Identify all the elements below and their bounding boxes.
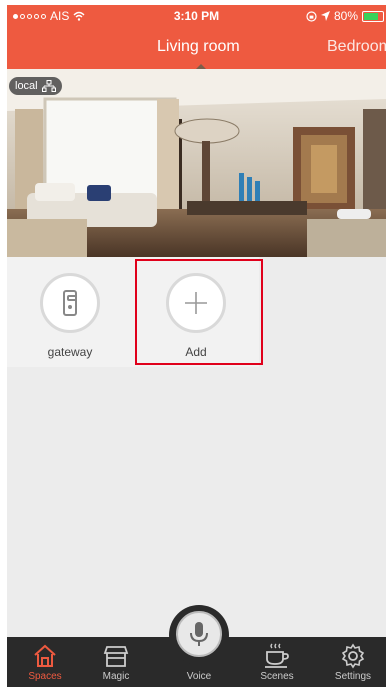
coffee-icon [265, 643, 289, 668]
tab-label: Spaces [28, 671, 62, 682]
tab-settings[interactable]: Settings [323, 637, 383, 687]
battery-fill [364, 12, 379, 20]
network-icon [41, 80, 56, 92]
camera-image [7, 69, 386, 257]
status-bar: AIS 3:10 PM 80% [7, 5, 386, 27]
device-grid: gateway Add [7, 257, 386, 637]
app-screen: AIS 3:10 PM 80% Living room Bedroom loca… [7, 5, 386, 687]
gear-icon [341, 643, 365, 669]
local-badge-label: local [15, 80, 38, 92]
rotation-lock-icon [306, 10, 317, 22]
tab-label: Settings [334, 671, 372, 682]
location-icon [320, 11, 330, 21]
door-lock-icon [63, 290, 77, 316]
battery-percent: 80% [333, 9, 358, 23]
room-tab-bedroom[interactable]: Bedroom [327, 38, 386, 56]
tab-spaces[interactable]: Spaces [15, 637, 75, 687]
tab-magic[interactable]: Magic [86, 637, 146, 687]
tab-label: Scenes [260, 671, 294, 682]
room-header: Living room Bedroom [7, 27, 386, 70]
annotation-highlight-box [135, 259, 263, 365]
microphone-icon [190, 622, 208, 646]
device-tile-gateway[interactable]: gateway [7, 257, 133, 367]
store-icon [103, 646, 129, 667]
camera-view[interactable]: local [7, 69, 386, 257]
status-right: 80% [306, 9, 384, 23]
room-tab-living-room[interactable]: Living room [157, 38, 240, 56]
tab-label: Magic [102, 671, 130, 682]
local-badge: local [9, 77, 62, 95]
gateway-circle [40, 273, 100, 333]
device-label: gateway [47, 345, 93, 359]
home-icon [34, 644, 56, 667]
battery-icon [362, 10, 384, 22]
voice-button[interactable] [176, 611, 222, 657]
tab-scenes[interactable]: Scenes [247, 637, 307, 687]
